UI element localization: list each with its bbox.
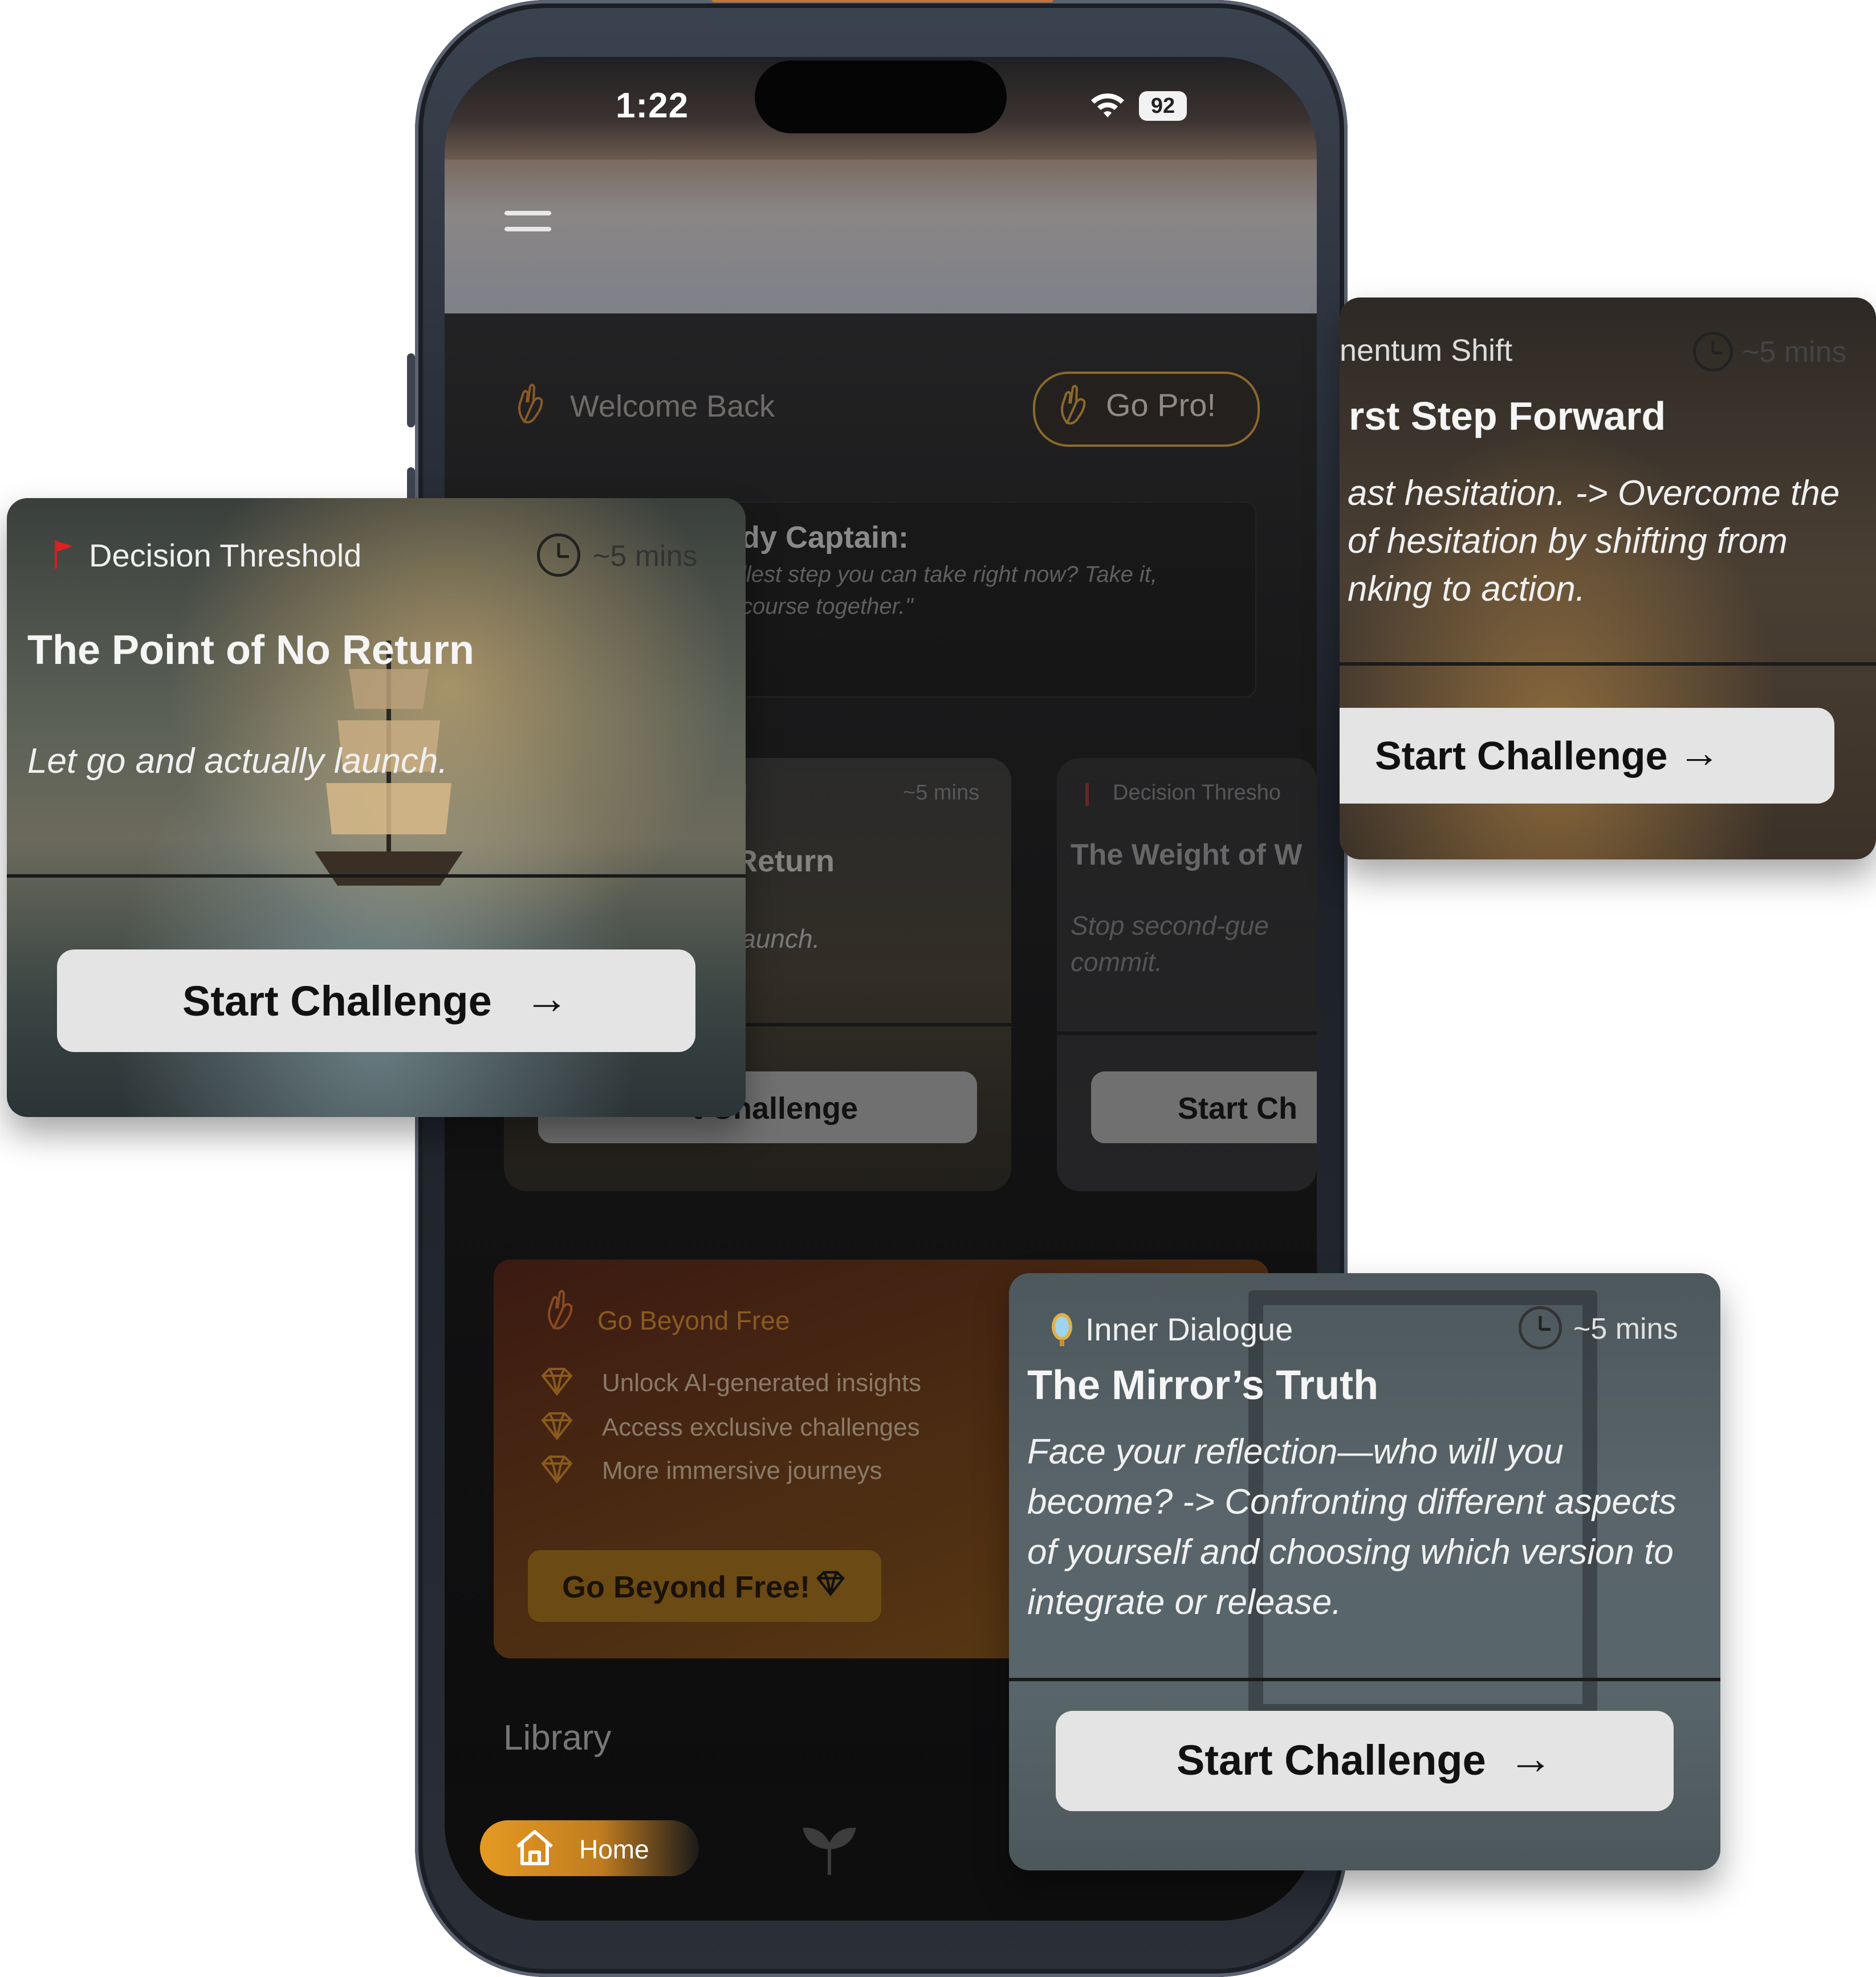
go-beyond-free-label: Go Beyond Free! <box>562 1570 811 1604</box>
card-title: The Mirror’s Truth <box>1027 1363 1379 1408</box>
challenge-card[interactable]: Inner Dialogue ~5 mins The Mirror’s Trut… <box>1009 1273 1720 1870</box>
diamond-icon <box>816 1571 845 1597</box>
arrow-right-icon: → <box>1678 729 1720 776</box>
card-time: ~5 mins <box>1573 1312 1678 1346</box>
upsell-item: Access exclusive challenges <box>602 1413 920 1441</box>
welcome-text: Welcome Back <box>570 389 775 423</box>
app-header <box>445 160 1317 313</box>
upsell-item: Unlock AI-generated insights <box>602 1369 922 1397</box>
card-divider <box>1057 1032 1317 1035</box>
tab-home-label: Home <box>579 1835 649 1864</box>
ok-hand-icon <box>548 1290 573 1330</box>
flag-icon <box>1085 783 1089 806</box>
upsell-item: More immersive journeys <box>602 1457 882 1485</box>
card-divider <box>1009 1678 1720 1681</box>
ok-hand-icon <box>518 384 543 423</box>
card-description: Face your reflection—who will you become… <box>1027 1432 1677 1622</box>
start-challenge-label: Start Challenge <box>182 977 492 1025</box>
card-time: ~5 mins <box>903 781 980 805</box>
start-challenge-label: Start Challenge <box>1375 733 1668 778</box>
clock-icon <box>537 533 580 577</box>
card-description: ast hesitation. -> Overcome the of hesit… <box>1348 474 1840 609</box>
card-category: nentum Shift <box>1340 333 1513 368</box>
captain-quote: llest step you can take right now? Take … <box>741 562 1158 619</box>
go-pro-label: Go Pro! <box>1106 387 1216 423</box>
upsell-title: Go Beyond Free <box>597 1306 790 1335</box>
card-time: ~5 mins <box>593 540 698 573</box>
card-description: Stop second-gue commit. <box>1071 911 1269 977</box>
start-challenge-label: Start Challenge <box>1177 1737 1486 1784</box>
challenge-card[interactable]: nentum Shift ~5 mins rst Step Forward as… <box>1340 297 1876 859</box>
arrow-right-icon: → <box>1508 1733 1553 1783</box>
card-category: Inner Dialogue <box>1085 1311 1293 1347</box>
card-time: ~5 mins <box>1742 336 1847 369</box>
mirror-icon <box>1052 1313 1072 1346</box>
dynamic-island <box>755 60 1007 133</box>
card-title: The Weight of W <box>1071 838 1303 871</box>
challenge-card[interactable]: Decision Thresho The Weight of W Stop se… <box>1057 758 1317 1191</box>
status-time: 1:22 <box>616 86 689 125</box>
library-heading: Library <box>503 1718 612 1758</box>
card-divider <box>1340 662 1876 666</box>
arrow-right-icon: → <box>524 973 569 1023</box>
card-description: Let go and actually launch. <box>27 741 448 781</box>
card-category: Decision Threshold <box>89 537 362 573</box>
diamond-icon <box>541 1412 573 1441</box>
hamburger-menu-icon[interactable] <box>504 211 551 243</box>
card-divider <box>7 874 746 878</box>
side-button <box>407 353 415 427</box>
challenge-card-featured[interactable]: Decision Threshold ~5 mins The Point of … <box>7 498 746 1117</box>
sprout-icon[interactable] <box>798 1818 861 1881</box>
flag-icon <box>55 540 73 569</box>
clock-icon <box>1519 1306 1562 1350</box>
home-icon <box>516 1830 553 1865</box>
card-category: Decision Thresho <box>1113 781 1281 805</box>
start-challenge-label: Start Ch <box>1178 1091 1298 1126</box>
battery-indicator: 92 <box>1139 91 1187 121</box>
captain-title: dy Captain: <box>741 520 909 555</box>
clock-icon <box>1693 332 1733 372</box>
card-description: launch. <box>735 924 820 953</box>
ok-hand-icon <box>1061 385 1086 425</box>
card-title: rst Step Forward <box>1349 394 1666 438</box>
card-title: The Point of No Return <box>27 627 474 673</box>
diamond-icon <box>541 1368 573 1396</box>
card-title: Return <box>735 844 835 878</box>
wifi-icon <box>1091 93 1124 117</box>
diamond-icon <box>541 1456 573 1484</box>
